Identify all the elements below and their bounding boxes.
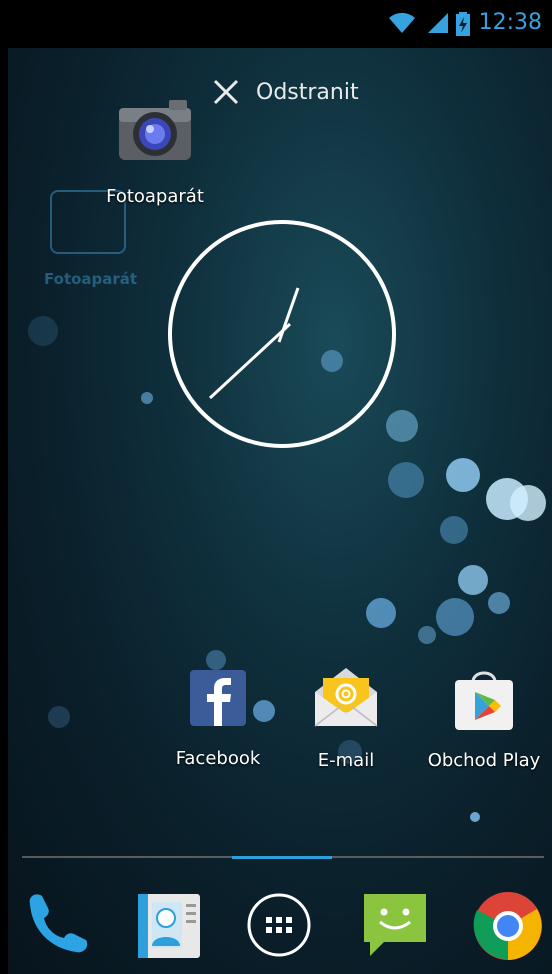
status-time: 12:38 — [478, 10, 542, 35]
app-drawer-icon — [247, 893, 311, 957]
home-screen: 12:38 Odstranit Fotoaparát Fotoaparát Fa… — [8, 0, 552, 974]
messaging-button[interactable] — [360, 890, 430, 960]
clock-hour-hand — [277, 287, 300, 343]
chrome-icon — [473, 892, 542, 960]
facebook-icon — [188, 668, 248, 728]
camera-app-label: Fotoaparát — [106, 186, 204, 207]
play-store-app[interactable]: Obchod Play — [422, 664, 546, 771]
contacts-button[interactable] — [134, 890, 204, 960]
close-icon — [213, 79, 239, 105]
play-store-icon — [449, 664, 519, 732]
camera-icon — [115, 94, 195, 164]
email-app[interactable]: E-mail — [296, 664, 396, 771]
drop-placeholder-label: Fotoaparát — [44, 270, 138, 288]
signal-icon — [426, 12, 450, 38]
chrome-button[interactable] — [472, 890, 542, 960]
facebook-label: Facebook — [175, 748, 261, 769]
wifi-icon — [388, 12, 416, 38]
battery-charging-icon — [456, 12, 470, 40]
remove-drop-target[interactable]: Odstranit — [212, 72, 359, 112]
app-drawer-button[interactable] — [244, 890, 314, 960]
messaging-icon — [364, 894, 426, 956]
page-indicator — [22, 856, 544, 859]
phone-button[interactable] — [20, 890, 90, 960]
contacts-icon — [138, 894, 200, 958]
clock-minute-hand — [208, 322, 292, 400]
page-indicator-active — [232, 856, 332, 859]
email-label: E-mail — [317, 750, 375, 771]
email-icon — [311, 664, 381, 728]
remove-label: Odstranit — [256, 79, 359, 105]
play-store-label: Obchod Play — [427, 750, 541, 771]
status-bar: 12:38 — [8, 0, 552, 48]
facebook-app[interactable]: Facebook — [168, 668, 268, 769]
dragged-camera-app[interactable]: Fotoaparát — [100, 94, 210, 207]
analog-clock-widget[interactable] — [166, 218, 398, 450]
phone-icon — [29, 894, 88, 953]
